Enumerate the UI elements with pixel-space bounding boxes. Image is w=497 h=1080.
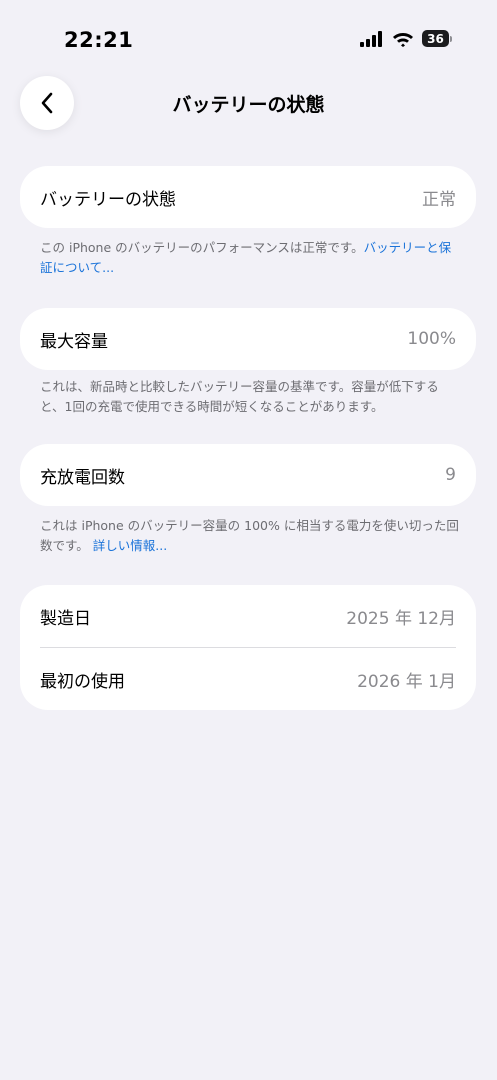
manufacture-date-value: 2025 年 12月 [346,608,456,629]
first-use-label: 最初の使用 [40,671,125,692]
page-title: バッテリーの状態 [172,94,325,116]
battery-health-value: 正常 [422,189,456,210]
nav-bar: バッテリーの状態 [0,72,497,136]
battery-health-row: バッテリーの状態 正常 [20,166,476,228]
dates-card: 製造日 2025 年 12月 最初の使用 2026 年 1月 [20,585,476,710]
battery-level: 36 [422,30,449,47]
cycle-count-row: 充放電回数 9 [20,444,476,506]
cycle-count-footnote: これは iPhone のバッテリー容量の 100% に相当する電力を使い切った回… [40,516,460,556]
battery-icon: 36 [422,30,453,47]
maximum-capacity-value: 100% [407,329,456,349]
maximum-capacity-label: 最大容量 [40,331,108,352]
maximum-capacity-footnote: これは、新品時と比較したバッテリー容量の基準です。容量が低下すると、1回の充電で… [40,377,460,417]
status-bar: 22:21 36 [0,0,497,72]
maximum-capacity-footnote-text: これは、新品時と比較したバッテリー容量の基準です。容量が低下すると、1回の充電で… [40,379,439,414]
more-info-link[interactable]: 詳しい情報... [93,538,167,553]
battery-tip [450,35,452,42]
status-time: 22:21 [64,28,134,52]
cycle-count-card: 充放電回数 9 [20,444,476,506]
cycle-count-label: 充放電回数 [40,467,125,488]
battery-health-card: バッテリーの状態 正常 [20,166,476,228]
first-use-row: 最初の使用 2026 年 1月 [20,648,476,710]
maximum-capacity-row: 最大容量 100% [20,308,476,370]
maximum-capacity-card: 最大容量 100% [20,308,476,370]
cellular-signal-icon [360,30,382,47]
manufacture-date-row: 製造日 2025 年 12月 [20,585,476,647]
status-icons: 36 [360,30,453,47]
manufacture-date-label: 製造日 [40,608,91,629]
first-use-value: 2026 年 1月 [357,671,456,692]
battery-health-footnote-text: この iPhone のバッテリーのパフォーマンスは正常です。 [40,240,364,255]
battery-health-label: バッテリーの状態 [40,189,176,210]
cycle-count-value: 9 [445,465,456,485]
battery-health-footnote: この iPhone のバッテリーのパフォーマンスは正常です。バッテリーと保証につ… [40,238,460,278]
wifi-icon [393,33,413,47]
